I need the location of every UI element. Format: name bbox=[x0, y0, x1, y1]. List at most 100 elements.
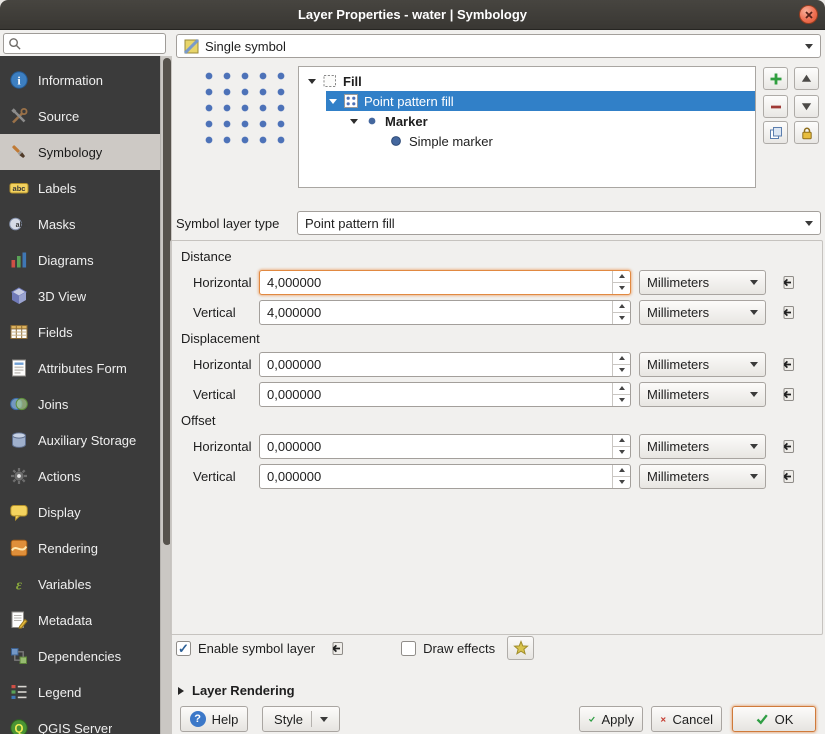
sidebar-item-legend[interactable]: Legend bbox=[0, 674, 160, 710]
spin-up-button[interactable] bbox=[613, 383, 630, 395]
ok-button[interactable]: OK bbox=[732, 706, 816, 732]
svg-text:abc: abc bbox=[13, 184, 26, 193]
sidebar-item-labels[interactable]: abcLabels bbox=[0, 170, 160, 206]
spin-up-button[interactable] bbox=[613, 353, 630, 365]
sidebar-item-qgis-server[interactable]: QQGIS Server bbox=[0, 710, 160, 734]
spin-down-button[interactable] bbox=[613, 477, 630, 488]
svg-text:Q: Q bbox=[15, 724, 24, 734]
spin-down-button[interactable] bbox=[613, 313, 630, 324]
sidebar-item-source[interactable]: Source bbox=[0, 98, 160, 134]
spin-up-button[interactable] bbox=[613, 435, 630, 447]
sidebar-item-information[interactable]: iInformation bbox=[0, 62, 160, 98]
distance-horizontal-override-button[interactable] bbox=[774, 270, 800, 294]
sidebar-item-attributes-form[interactable]: Attributes Form bbox=[0, 350, 160, 386]
distance-horizontal-label: Horizontal bbox=[193, 275, 251, 290]
expander-icon[interactable] bbox=[307, 79, 317, 84]
variables-icon: ε bbox=[9, 574, 29, 594]
spinbox-value: 0,000000 bbox=[267, 465, 321, 488]
move-up-button[interactable] bbox=[794, 67, 819, 90]
offset-horizontal-unit-combo[interactable]: Millimeters bbox=[639, 434, 766, 459]
spin-up-button[interactable] bbox=[613, 301, 630, 313]
duplicate-symbol-layer-button[interactable] bbox=[763, 121, 788, 144]
symbol-node-fill[interactable]: Fill bbox=[305, 71, 755, 91]
displacement-horizontal-override-button[interactable] bbox=[774, 352, 800, 376]
effects-customize-button[interactable] bbox=[507, 636, 534, 660]
renderer-combo[interactable]: Single symbol bbox=[176, 34, 821, 58]
offset-vertical-override-button[interactable] bbox=[774, 464, 800, 488]
data-defined-override-icon bbox=[779, 438, 796, 455]
expander-icon[interactable] bbox=[349, 119, 359, 124]
help-button[interactable]: ? Help bbox=[180, 706, 248, 732]
sidebar-item-label: Joins bbox=[38, 397, 68, 412]
remove-symbol-layer-icon bbox=[768, 99, 784, 115]
layer-rendering-label: Layer Rendering bbox=[192, 683, 295, 698]
sidebar-item-auxiliary-storage[interactable]: Auxiliary Storage bbox=[0, 422, 160, 458]
apply-button[interactable]: Apply bbox=[579, 706, 643, 732]
sidebar: iInformationSourceSymbologyabcLabelsabcM… bbox=[0, 56, 160, 734]
enable-symbol-layer-checkbox[interactable]: ✓ bbox=[176, 641, 191, 656]
spin-down-button[interactable] bbox=[613, 447, 630, 458]
offset-horizontal-spinbox[interactable]: 0,000000 bbox=[259, 434, 631, 459]
sidebar-item-masks[interactable]: abcMasks bbox=[0, 206, 160, 242]
spin-down-button[interactable] bbox=[613, 365, 630, 376]
remove-symbol-layer-button[interactable] bbox=[763, 95, 788, 118]
style-button[interactable]: Style bbox=[262, 706, 340, 732]
sidebar-item-fields[interactable]: Fields bbox=[0, 314, 160, 350]
lock-color-button[interactable] bbox=[794, 121, 819, 144]
spin-up-button[interactable] bbox=[613, 465, 630, 477]
add-symbol-layer-button[interactable] bbox=[763, 67, 788, 90]
distance-vertical-unit-combo[interactable]: Millimeters bbox=[639, 300, 766, 325]
displacement-horizontal-spinbox[interactable]: 0,000000 bbox=[259, 352, 631, 377]
sidebar-item-variables[interactable]: εVariables bbox=[0, 566, 160, 602]
sidebar-item-display[interactable]: Display bbox=[0, 494, 160, 530]
distance-horizontal-spinbox[interactable]: 4,000000 bbox=[259, 270, 631, 295]
tree-row: Simple marker bbox=[299, 131, 755, 151]
data-defined-override-icon bbox=[328, 640, 345, 657]
displacement-vertical-spinbox[interactable]: 0,000000 bbox=[259, 382, 631, 407]
offset-horizontal-override-button[interactable] bbox=[774, 434, 800, 458]
spinbox-value: 4,000000 bbox=[267, 271, 321, 294]
symbol-layer-type-combo[interactable]: Point pattern fill bbox=[297, 211, 821, 235]
symbol-node-marker[interactable]: Marker bbox=[347, 111, 755, 131]
distance-horizontal-unit-combo[interactable]: Millimeters bbox=[639, 270, 766, 295]
unit-value: Millimeters bbox=[647, 275, 709, 290]
spinbox-value: 0,000000 bbox=[267, 383, 321, 406]
close-button[interactable] bbox=[799, 5, 818, 24]
sidebar-item-symbology[interactable]: Symbology bbox=[0, 134, 160, 170]
sidebar-item-rendering[interactable]: Rendering bbox=[0, 530, 160, 566]
sidebar-item-diagrams[interactable]: Diagrams bbox=[0, 242, 160, 278]
sidebar-item-actions[interactable]: Actions bbox=[0, 458, 160, 494]
display-icon bbox=[9, 502, 29, 522]
offset-vertical-spinbox[interactable]: 0,000000 bbox=[259, 464, 631, 489]
symbol-preview bbox=[199, 67, 291, 147]
sidebar-item-dependencies[interactable]: Dependencies bbox=[0, 638, 160, 674]
cancel-button[interactable]: Cancel bbox=[651, 706, 722, 732]
chevron-down-icon bbox=[805, 44, 813, 49]
cancel-x-icon bbox=[660, 713, 667, 726]
symbol-node-point-pattern-fill[interactable]: Point pattern fill bbox=[326, 91, 755, 111]
search-input[interactable] bbox=[25, 36, 161, 52]
draw-effects-checkbox[interactable] bbox=[401, 641, 416, 656]
spin-up-button[interactable] bbox=[613, 271, 630, 283]
displacement-horizontal-unit-combo[interactable]: Millimeters bbox=[639, 352, 766, 377]
distance-vertical-override-button[interactable] bbox=[774, 300, 800, 324]
move-down-icon bbox=[800, 100, 813, 113]
titlebar[interactable]: Layer Properties - water | Symbology bbox=[0, 0, 825, 30]
symbol-node-simple-marker[interactable]: Simple marker bbox=[386, 131, 755, 151]
sidebar-item-joins[interactable]: Joins bbox=[0, 386, 160, 422]
expander-icon[interactable] bbox=[328, 99, 338, 104]
displacement-vertical-override-button[interactable] bbox=[774, 382, 800, 406]
layer-rendering-header[interactable]: Layer Rendering bbox=[178, 683, 295, 698]
spin-down-button[interactable] bbox=[613, 283, 630, 294]
offset-vertical-unit-combo[interactable]: Millimeters bbox=[639, 464, 766, 489]
joins-icon bbox=[9, 394, 29, 414]
move-down-button[interactable] bbox=[794, 95, 819, 118]
enable-layer-override-button[interactable] bbox=[323, 636, 349, 660]
displacement-vertical-unit-combo[interactable]: Millimeters bbox=[639, 382, 766, 407]
distance-vertical-spinbox[interactable]: 4,000000 bbox=[259, 300, 631, 325]
sidebar-item-3d-view[interactable]: 3D View bbox=[0, 278, 160, 314]
sidebar-item-metadata[interactable]: Metadata bbox=[0, 602, 160, 638]
spin-down-button[interactable] bbox=[613, 395, 630, 406]
attributes-form-icon bbox=[9, 358, 29, 378]
chevron-down-icon bbox=[750, 474, 758, 479]
